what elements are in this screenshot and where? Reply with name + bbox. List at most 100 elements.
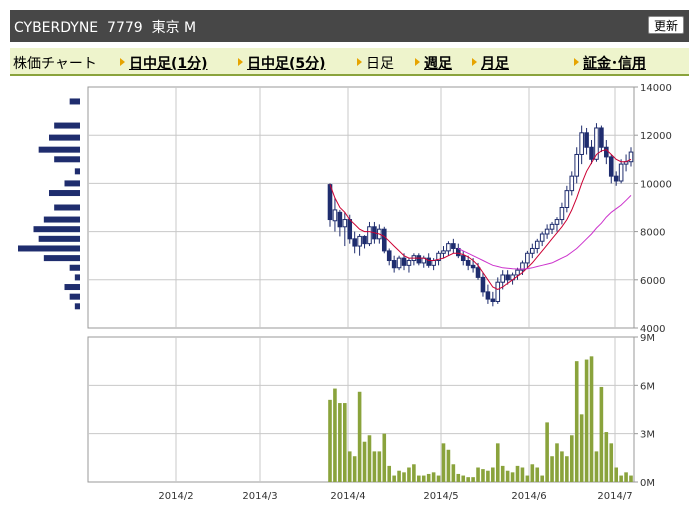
volume-profile-bar xyxy=(38,146,80,153)
tab-intraday-5min[interactable]: 日中足(5分) xyxy=(238,53,326,73)
candle-up xyxy=(544,228,550,235)
volume-bar xyxy=(338,403,342,482)
x-tick-label: 2014/4 xyxy=(330,491,365,502)
candle-up xyxy=(446,243,451,252)
price-tick-label: 10000 xyxy=(640,179,672,190)
candle-down xyxy=(480,276,486,293)
volume-profile-bar xyxy=(38,235,80,242)
candle-down xyxy=(416,255,422,264)
volume-bar xyxy=(328,399,332,482)
volume-bar xyxy=(352,456,357,482)
volume-bar xyxy=(609,443,614,482)
volume-profile-bar xyxy=(54,156,80,163)
volume-bar xyxy=(456,473,461,482)
candle-down xyxy=(352,238,357,247)
candle-down xyxy=(391,260,397,269)
volume-bar xyxy=(347,451,352,482)
volume-bar xyxy=(624,472,628,482)
candle-down xyxy=(381,228,387,252)
price-plot-area xyxy=(87,86,635,329)
price-tick-label: 12000 xyxy=(640,131,672,142)
volume-bar xyxy=(486,470,490,482)
price-tick-label: 8000 xyxy=(640,228,665,239)
volume-bar xyxy=(461,475,466,482)
volume-profile-bar xyxy=(69,293,80,300)
volume-profile-bar xyxy=(69,264,80,271)
volume-bar xyxy=(545,422,549,482)
volume-tick-label: 0M xyxy=(640,478,655,489)
tab-margin[interactable]: 証金･信用 xyxy=(574,53,646,73)
candle-up xyxy=(441,250,446,254)
volume-bar xyxy=(574,361,579,482)
price-tick-label: 6000 xyxy=(640,276,665,287)
refresh-button[interactable]: 更新 xyxy=(647,16,684,34)
candle-up xyxy=(559,207,565,221)
volume-profile-bar xyxy=(64,284,80,291)
tab-intraday-1min[interactable]: 日中足(1分) xyxy=(120,53,208,73)
volume-bar xyxy=(555,443,559,482)
chart-page: CYBERDYNE 7779 東京 M 更新 株価チャート 日中足(1分) 日中… xyxy=(0,0,699,518)
volume-bar xyxy=(476,467,480,482)
volume-profile-bar xyxy=(43,255,80,262)
tab-stock-chart: 株価チャート xyxy=(13,53,97,73)
arrow-icon xyxy=(415,58,420,66)
tab-label: 日中足(5分) xyxy=(247,56,326,72)
candle-down xyxy=(327,184,333,221)
price-tick-label: 14000 xyxy=(640,83,672,94)
volume-bar xyxy=(387,465,392,482)
volume-bar xyxy=(515,465,520,482)
volume-bar xyxy=(629,475,633,482)
candle-up xyxy=(549,223,555,230)
candle-up xyxy=(579,132,584,155)
candle-up xyxy=(367,226,372,245)
volume-bar xyxy=(426,473,431,482)
tab-label: 株価チャート xyxy=(13,56,97,72)
candle-down xyxy=(460,255,466,262)
candle-up xyxy=(525,252,530,264)
candle-up xyxy=(406,260,412,266)
x-axis: 2014/2 2014/3 2014/4 2014/5 2014/6 2014/… xyxy=(158,491,632,502)
volume-bar xyxy=(392,475,396,482)
arrow-icon xyxy=(238,58,243,66)
candle-down xyxy=(599,127,604,148)
tab-monthly[interactable]: 月足 xyxy=(472,53,509,73)
volume-bar xyxy=(402,472,406,482)
arrow-icon xyxy=(574,58,579,66)
volume-bar xyxy=(510,472,515,482)
volume-bar xyxy=(520,467,525,482)
candle-down xyxy=(589,146,594,160)
tab-label: 日中足(1分) xyxy=(129,56,208,72)
volume-bar xyxy=(604,432,609,482)
volume-bar xyxy=(550,456,554,482)
chart-type-tabs: 株価チャート 日中足(1分) 日中足(5分) 日足 週足 月足 証金･信用 xyxy=(10,48,689,76)
tab-weekly[interactable]: 週足 xyxy=(415,53,452,73)
volume-profile-bar xyxy=(74,303,80,310)
candle-down xyxy=(505,274,510,281)
volume-bar xyxy=(417,475,421,482)
volume-bar xyxy=(441,443,446,482)
candle-down xyxy=(608,156,614,177)
volume-profile-bar xyxy=(64,180,80,187)
volume-bar xyxy=(619,475,623,482)
volume-bar xyxy=(333,388,337,482)
volume-bar xyxy=(372,451,377,482)
candle-down xyxy=(465,260,471,266)
candle-up xyxy=(564,190,570,208)
volume-bar xyxy=(451,464,456,482)
candle-down xyxy=(386,250,392,262)
volume-bar xyxy=(343,403,347,482)
volume-bar xyxy=(505,470,510,482)
price-panel: 400060008000100001200014000 xyxy=(87,83,672,335)
tab-label: 証金･信用 xyxy=(583,56,646,72)
volume-tick-label: 3M xyxy=(640,430,655,441)
volume-bar xyxy=(357,391,362,482)
volume-bar xyxy=(500,465,505,482)
x-tick-label: 2014/6 xyxy=(511,491,546,502)
x-tick-label: 2014/2 xyxy=(158,491,193,502)
volume-profile-bar xyxy=(49,190,80,197)
volume-profile-bar xyxy=(69,98,80,105)
volume-bar xyxy=(397,470,401,482)
volume-bar xyxy=(407,467,411,482)
volume-bar xyxy=(377,451,382,482)
stock-chart: 400060008000100001200014000 0M3M6M9M 201… xyxy=(18,83,672,502)
